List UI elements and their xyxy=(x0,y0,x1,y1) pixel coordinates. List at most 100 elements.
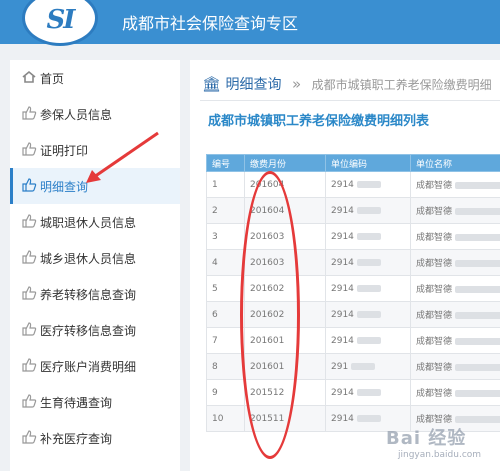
cell-no: 3 xyxy=(206,223,245,250)
cell-unit-name-text: 成都智德 xyxy=(416,233,453,243)
sidebar-item-label: 城乡退休人员信息 xyxy=(40,252,137,266)
thumbs-up-icon xyxy=(21,429,37,445)
thumbs-up-icon xyxy=(21,357,37,373)
column-header-unit-name[interactable]: 单位名称 xyxy=(410,154,500,172)
redacted-mask xyxy=(455,260,500,267)
cell-month: 201603 xyxy=(244,223,326,250)
sidebar-item-medical-transfer[interactable]: 医疗转移信息查询 xyxy=(10,312,180,348)
cell-no-text: 9 xyxy=(212,387,218,398)
cell-month: 201512 xyxy=(244,379,326,406)
cell-unit-name-text: 成都智德 xyxy=(416,259,453,269)
app-title: 成都市社会保险查询专区 xyxy=(122,14,299,33)
cell-month-text: 201601 xyxy=(250,335,285,346)
table-row: 2 201604 2914 成都智德 xyxy=(206,197,500,224)
cell-no-text: 7 xyxy=(212,335,218,346)
column-header-month[interactable]: 缴费月份 xyxy=(244,154,326,172)
redacted-mask xyxy=(455,338,500,345)
sidebar-item-label: 医疗账户消费明细 xyxy=(40,360,137,374)
thumbs-up-icon xyxy=(21,393,37,409)
cell-unit-name-text: 成都智德 xyxy=(416,207,453,217)
cell-month-text: 201511 xyxy=(250,413,285,424)
sidebar-item-detail-query[interactable]: 明细查询 xyxy=(10,168,180,204)
redacted-mask xyxy=(455,390,500,397)
home-icon xyxy=(21,69,37,85)
sidebar-item-insured-info[interactable]: 参保人员信息 xyxy=(10,96,180,132)
redacted-mask xyxy=(455,182,500,189)
cell-unit-name: 成都智德 xyxy=(410,197,500,224)
cell-unit-name-text: 成都智德 xyxy=(416,363,453,373)
sidebar-item-label: 证明打印 xyxy=(40,144,89,158)
cell-unit-code-text: 2914 xyxy=(331,231,354,242)
cell-no-text: 3 xyxy=(212,231,218,242)
cell-unit-name-text: 成都智德 xyxy=(416,389,453,399)
cell-unit-code-text: 2914 xyxy=(331,205,354,216)
cell-month-text: 201601 xyxy=(250,361,285,372)
redacted-mask xyxy=(356,258,381,266)
cell-unit-name: 成都智德 xyxy=(410,275,500,302)
sidebar-item-label: 生育待遇查询 xyxy=(40,396,113,410)
cell-month-text: 201603 xyxy=(250,257,285,268)
cell-month-text: 201602 xyxy=(250,309,285,320)
redacted-mask xyxy=(356,206,381,214)
column-header-no[interactable]: 编号 xyxy=(206,154,245,172)
redacted-mask xyxy=(455,312,500,319)
cell-unit-code-text: 2914 xyxy=(331,257,354,268)
breadcrumb-separator: » xyxy=(291,75,302,93)
cell-unit-name: 成都智德 xyxy=(410,249,500,276)
sidebar-item-supplementary-medical[interactable]: 补充医疗查询 xyxy=(10,420,180,456)
cell-unit-code-text: 2914 xyxy=(331,387,354,398)
column-header-unit-code[interactable]: 单位编码 xyxy=(325,154,411,172)
cell-unit-name: 成都智德 xyxy=(410,223,500,250)
baidu-watermark: Bai 经验 jingyan.baidu.com xyxy=(378,424,498,466)
sidebar-item-rural-retiree-info[interactable]: 城乡退休人员信息 xyxy=(10,240,180,276)
divider xyxy=(200,100,500,101)
watermark-main-text: Bai 经验 xyxy=(386,428,467,449)
sidebar-item-label: 医疗转移信息查询 xyxy=(40,324,137,338)
cell-month: 201511 xyxy=(244,405,326,432)
sidebar-item-medical-account[interactable]: 医疗账户消费明细 xyxy=(10,348,180,384)
table-row: 4 201603 2914 成都智德 xyxy=(206,249,500,276)
breadcrumb-sub: 成都市城镇职工养老保险缴费明细 xyxy=(311,78,492,92)
thumbs-up-icon xyxy=(21,249,37,265)
breadcrumb-current[interactable]: 明细查询 xyxy=(226,77,282,93)
sidebar-item-label: 明细查询 xyxy=(40,180,89,194)
sidebar-item-certificate-print[interactable]: 证明打印 xyxy=(10,132,180,168)
cell-unit-code: 291 xyxy=(325,353,411,380)
logo-text: SI xyxy=(46,5,76,35)
cell-unit-name-text: 成都智德 xyxy=(416,181,453,191)
redacted-mask xyxy=(356,336,381,344)
cell-month-text: 201604 xyxy=(250,179,285,190)
cell-unit-code: 2914 xyxy=(325,171,411,198)
table-row: 9 201512 2914 成都智德 xyxy=(206,379,500,406)
cell-no: 6 xyxy=(206,301,245,328)
cell-month-text: 201512 xyxy=(250,387,285,398)
redacted-mask xyxy=(356,284,381,292)
redacted-mask xyxy=(356,180,381,188)
thumbs-up-icon xyxy=(21,141,37,157)
cell-unit-code: 2914 xyxy=(325,197,411,224)
cell-unit-name: 成都智德 xyxy=(410,171,500,198)
redacted-mask xyxy=(356,232,381,240)
cell-unit-code-text: 2914 xyxy=(331,413,354,424)
sidebar-item-home[interactable]: 首页 xyxy=(10,60,180,96)
cell-no: 5 xyxy=(206,275,245,302)
redacted-mask xyxy=(455,286,500,293)
cell-unit-name-text: 成都智德 xyxy=(416,285,453,295)
sidebar-item-pension-transfer[interactable]: 养老转移信息查询 xyxy=(10,276,180,312)
cell-month: 201604 xyxy=(244,171,326,198)
cell-unit-code: 2914 xyxy=(325,379,411,406)
thumbs-up-icon xyxy=(21,177,37,193)
cell-month-text: 201602 xyxy=(250,283,285,294)
cell-month: 201601 xyxy=(244,353,326,380)
cell-month: 201604 xyxy=(244,197,326,224)
sidebar-item-label: 首页 xyxy=(40,72,65,86)
cell-no: 1 xyxy=(206,171,245,198)
cell-no: 8 xyxy=(206,353,245,380)
sidebar-item-maternity-benefits[interactable]: 生育待遇查询 xyxy=(10,384,180,420)
sidebar-item-urban-retiree-info[interactable]: 城职退休人员信息 xyxy=(10,204,180,240)
cell-unit-name: 成都智德 xyxy=(410,327,500,354)
cell-unit-code: 2914 xyxy=(325,275,411,302)
cell-no: 2 xyxy=(206,197,245,224)
sidebar: 首页 参保人员信息 证明打印 明细查询 城职退休人员信息 城乡退休人员信息 养老… xyxy=(10,60,180,471)
watermark-sub-text: jingyan.baidu.com xyxy=(398,450,482,460)
